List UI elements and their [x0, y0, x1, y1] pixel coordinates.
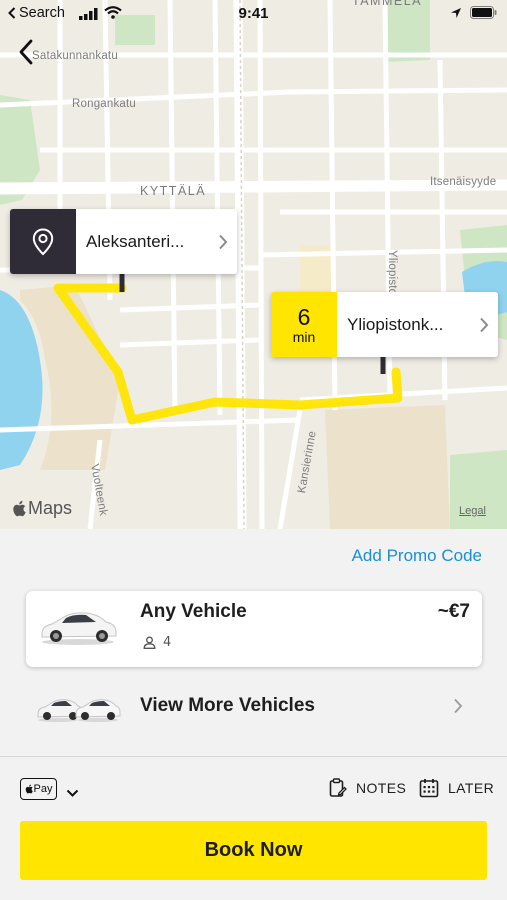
status-time: 9:41: [238, 5, 269, 22]
chevron-right-icon: [209, 234, 237, 250]
payment-options-row: Pay NOTES LATER: [0, 757, 507, 821]
later-label: LATER: [448, 780, 495, 796]
booking-panel: Add Promo Code Any Vehicle 4 ~€7 View Mo…: [0, 529, 507, 900]
pickup-callout[interactable]: Aleksanteri...: [10, 209, 237, 274]
location-arrow-icon: [450, 6, 462, 24]
street-label-itsenaisyydenkatu: Itsenäisyyde: [430, 176, 497, 188]
notes-icon: [329, 778, 347, 797]
pickup-icon-box: [10, 209, 76, 274]
chevron-left-icon: [19, 39, 33, 65]
street-label-satakunnankatu: Satakunnankatu: [32, 50, 118, 62]
street-label-rongankatu: Rongankatu: [72, 98, 137, 110]
eta-value: 6: [297, 303, 311, 330]
book-now-button[interactable]: Book Now: [20, 821, 487, 880]
payment-method-selector[interactable]: Pay: [20, 778, 57, 800]
pickup-label: Aleksanteri...: [86, 231, 185, 251]
eta-unit: min: [292, 328, 316, 345]
vehicle-name: Any Vehicle: [140, 601, 247, 622]
seat-count-value: 4: [163, 635, 172, 650]
chevron-right-icon: [470, 317, 498, 333]
chevron-right-icon: [453, 698, 463, 718]
payment-method-label: Pay: [33, 783, 53, 795]
eta-badge: 6 min: [271, 292, 337, 357]
back-button[interactable]: [12, 36, 40, 68]
vehicle-price: ~€7: [437, 601, 470, 622]
person-icon: [143, 636, 156, 649]
car-icon: [38, 606, 118, 650]
apple-logo-icon: [13, 500, 26, 517]
dropoff-label: Yliopistonk...: [347, 314, 444, 334]
calendar-icon: [419, 779, 439, 798]
dropoff-callout[interactable]: 6 min Yliopistonk...: [271, 292, 498, 357]
notes-button[interactable]: NOTES: [329, 778, 406, 798]
maps-logo: Maps: [12, 498, 72, 519]
cars-icon: [36, 693, 122, 727]
later-button[interactable]: LATER: [419, 778, 494, 798]
legal-link[interactable]: Legal: [459, 505, 486, 517]
view-more-vehicles-label: View More Vehicles: [140, 695, 315, 716]
location-pin-icon: [32, 227, 54, 255]
view-more-vehicles-row[interactable]: View More Vehicles: [0, 679, 507, 737]
seat-count: 4: [143, 635, 171, 650]
battery-icon: [470, 6, 497, 24]
status-bar: Search 9:41: [0, 0, 507, 28]
notes-label: NOTES: [356, 780, 407, 796]
maps-logo-text: Maps: [28, 498, 73, 518]
add-promo-code-link[interactable]: Add Promo Code: [352, 546, 482, 566]
chevron-down-icon[interactable]: [66, 783, 79, 802]
apple-logo-icon: [25, 784, 33, 794]
vehicle-option-any[interactable]: Any Vehicle 4 ~€7: [26, 591, 482, 667]
district-label-kyttala: KYTTÄLÄ: [140, 184, 207, 198]
